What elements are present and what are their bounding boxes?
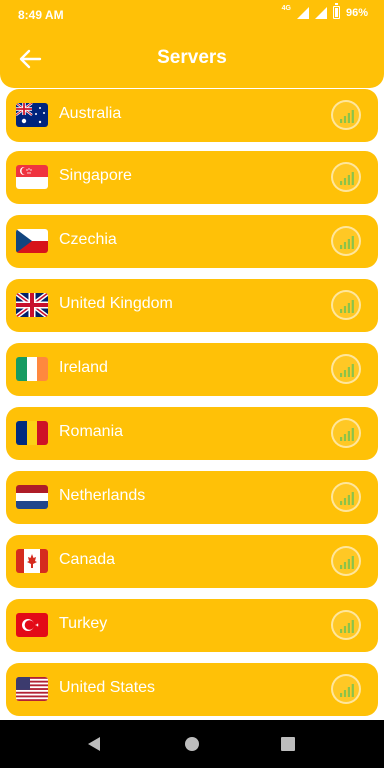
flag-australia-icon (16, 103, 48, 127)
page-title: Servers (157, 47, 227, 68)
network-type: 4G (281, 5, 291, 12)
flag-canada-icon (16, 549, 48, 573)
battery-icon (332, 3, 340, 19)
server-name: Australia (59, 105, 122, 122)
server-row-australia[interactable]: Australia (6, 89, 378, 142)
server-row-canada[interactable]: Canada (6, 535, 378, 588)
server-row-united-kingdom[interactable]: United Kingdom (6, 279, 378, 332)
nav-back-icon[interactable] (86, 736, 102, 752)
signal-strength-icon[interactable] (331, 546, 361, 576)
flag-ireland-icon (16, 357, 48, 381)
server-name: Ireland (59, 359, 108, 376)
signal-strength-icon[interactable] (331, 482, 361, 512)
nav-recents-icon[interactable] (281, 737, 295, 751)
server-row-ireland[interactable]: Ireland (6, 343, 378, 396)
status-bar: 8:49 AM 4G 96% (0, 0, 384, 30)
nav-home-icon[interactable] (185, 737, 199, 751)
server-row-turkey[interactable]: Turkey (6, 599, 378, 652)
server-name: Singapore (59, 167, 132, 184)
system-nav-bar (0, 720, 384, 768)
signal-strength-icon[interactable] (331, 418, 361, 448)
flag-united-kingdom-icon (16, 293, 48, 317)
server-name: Canada (59, 551, 116, 568)
battery-level: 96% (345, 6, 368, 19)
flag-czechia-icon (16, 229, 48, 253)
server-name: Czechia (59, 231, 117, 248)
cell-signal-icon (296, 6, 309, 19)
server-name: United States (59, 679, 156, 696)
server-name: Netherlands (59, 487, 146, 504)
signal-strength-icon[interactable] (331, 674, 361, 704)
flag-turkey-icon (16, 613, 48, 637)
server-row-singapore[interactable]: Singapore (6, 151, 378, 204)
server-row-czechia[interactable]: Czechia (6, 215, 378, 268)
signal-strength-icon[interactable] (331, 162, 361, 192)
server-row-romania[interactable]: Romania (6, 407, 378, 460)
flag-romania-icon (16, 421, 48, 445)
flag-united-states-icon (16, 677, 48, 701)
server-name: Turkey (59, 615, 108, 632)
signal-strength-icon[interactable] (331, 100, 361, 130)
status-icons: 4G 96% (281, 3, 368, 19)
signal-strength-icon[interactable] (331, 354, 361, 384)
server-name: United Kingdom (59, 295, 173, 312)
cell-signal-icon-2 (314, 6, 327, 19)
flag-singapore-icon (16, 165, 48, 189)
signal-strength-icon[interactable] (331, 610, 361, 640)
flag-netherlands-icon (16, 485, 48, 509)
server-row-netherlands[interactable]: Netherlands (6, 471, 378, 524)
status-time: 8:49 AM (18, 8, 64, 22)
server-list[interactable]: Australia Singapore Czechia United Kingd… (0, 88, 384, 720)
server-name: Romania (59, 423, 124, 440)
signal-strength-icon[interactable] (331, 290, 361, 320)
server-row-united-states[interactable]: United States (6, 663, 378, 716)
app-bar: Servers (0, 30, 384, 88)
signal-strength-icon[interactable] (331, 226, 361, 256)
